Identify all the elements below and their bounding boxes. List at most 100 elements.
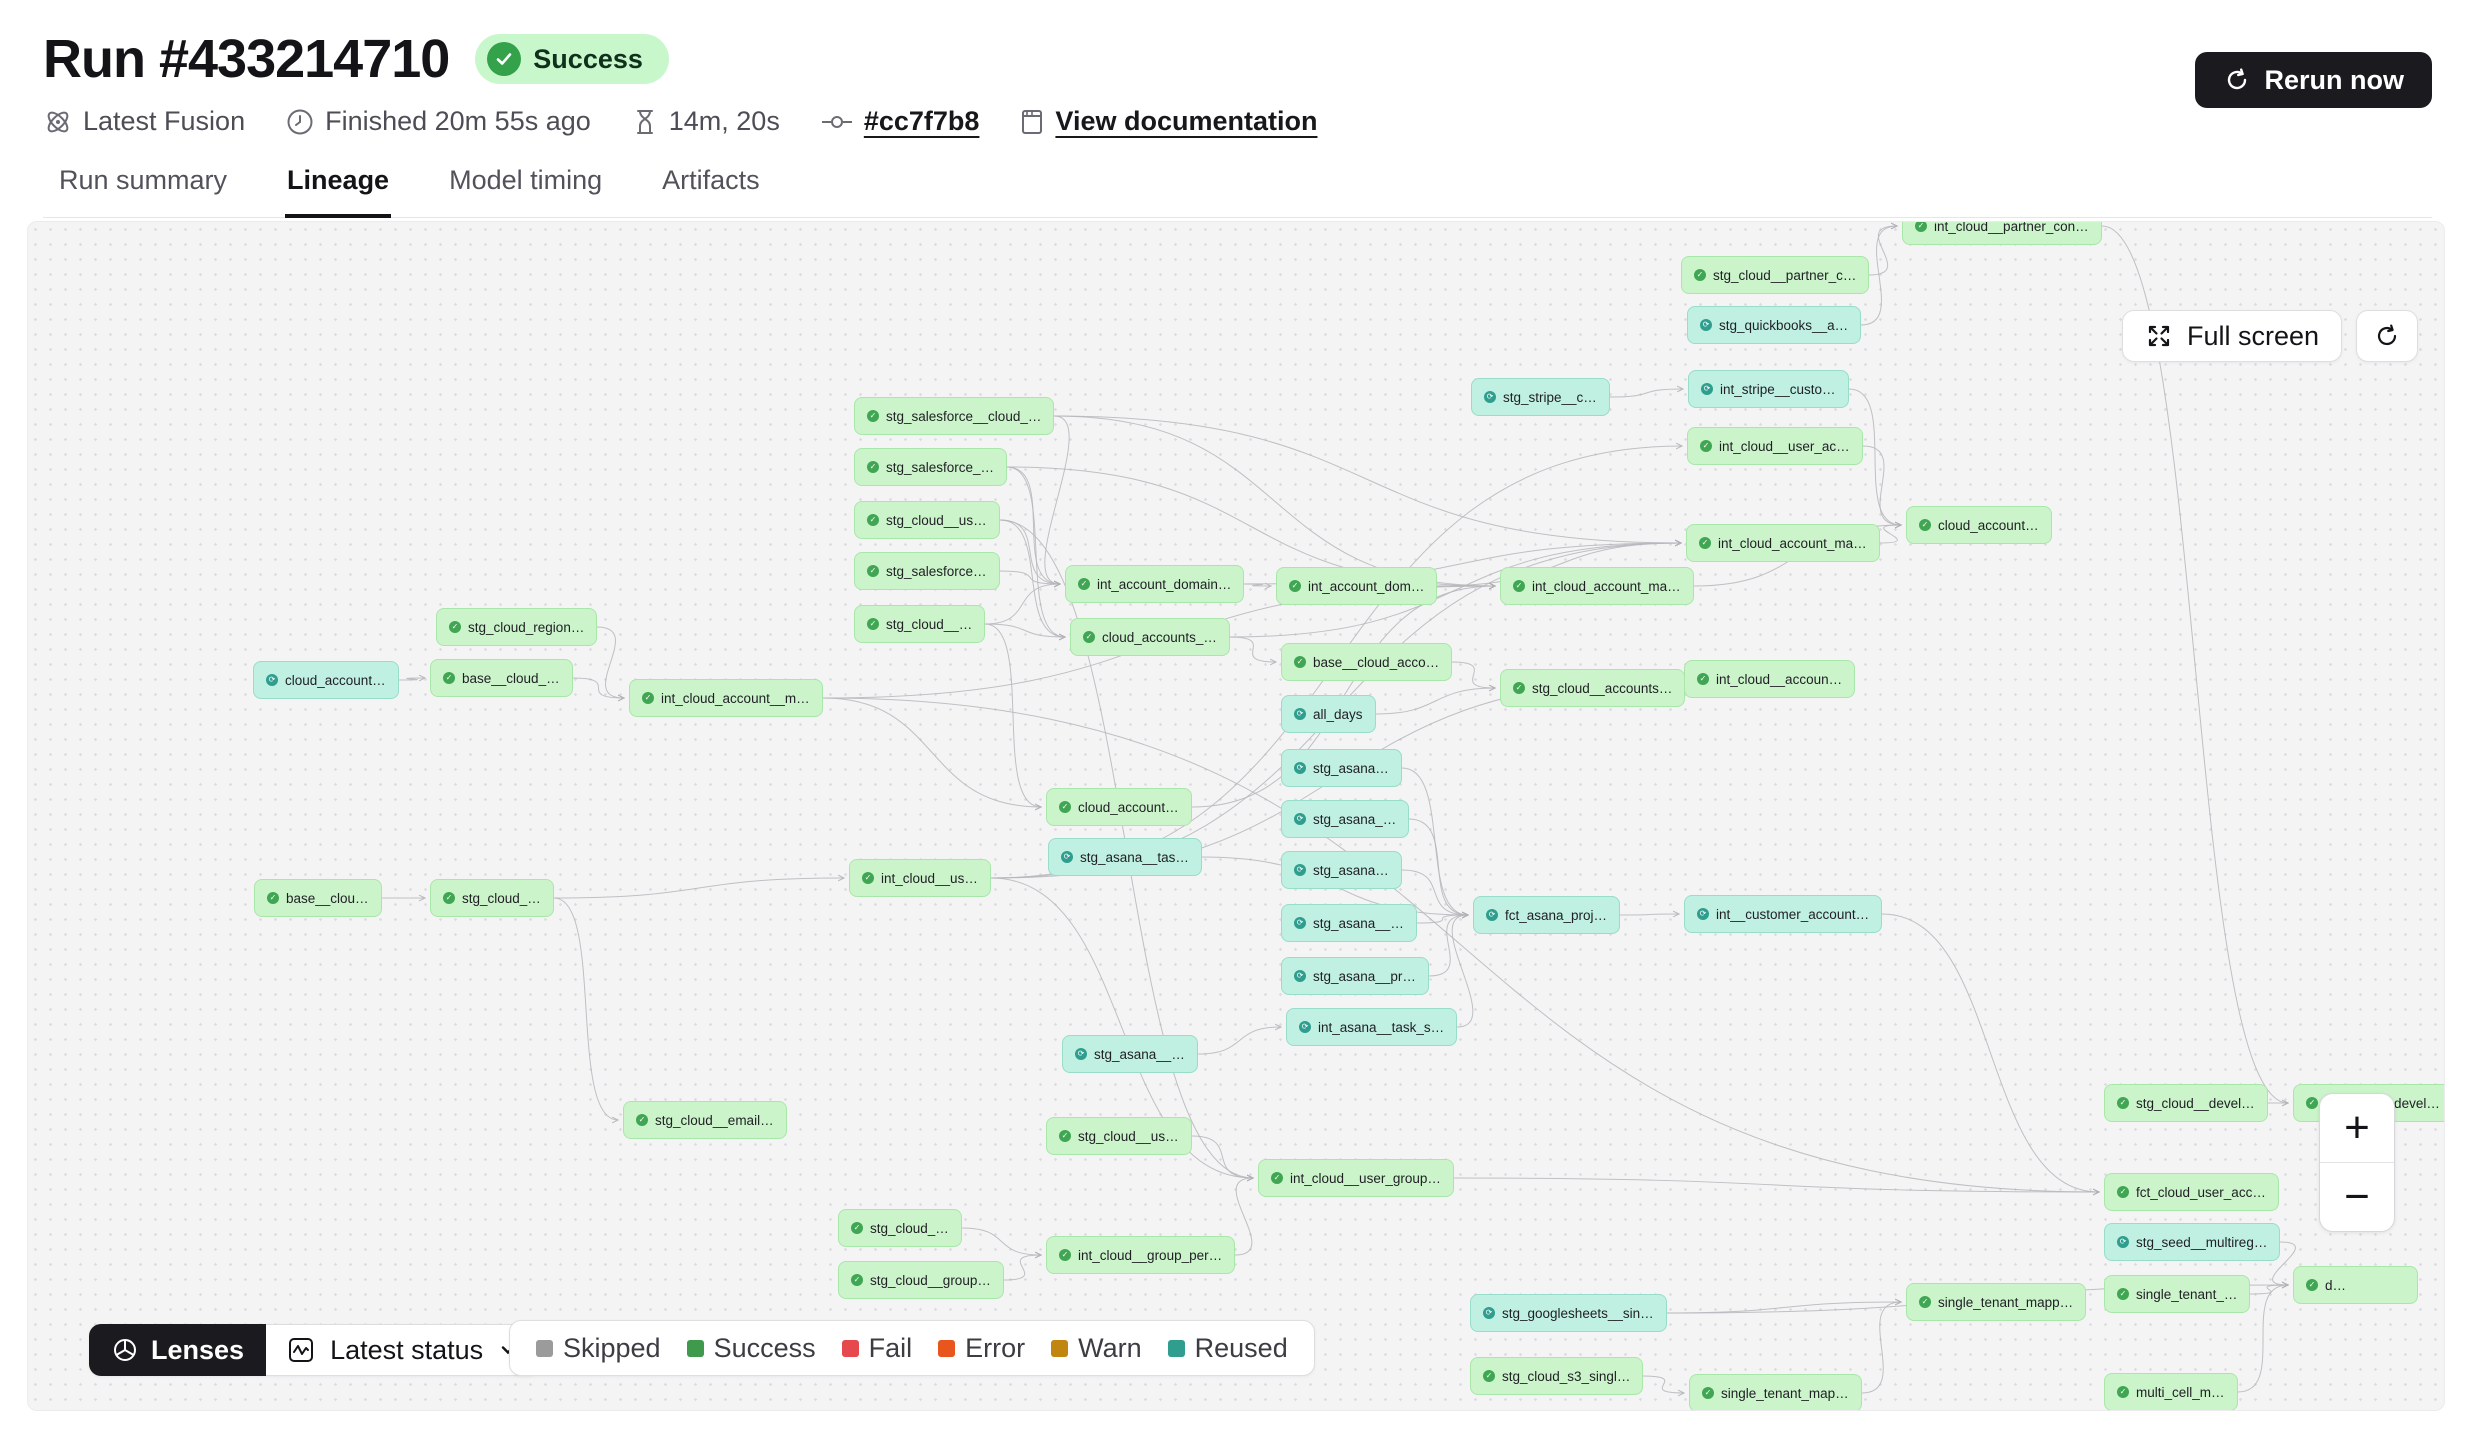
success-status-icon: ✓ — [862, 872, 874, 884]
lenses-bar: Lenses Latest status — [89, 1324, 540, 1376]
lineage-node[interactable]: ✓int_account_domain… — [1065, 565, 1244, 603]
lineage-node[interactable]: ⟳stg_asana__pr… — [1281, 957, 1429, 995]
lineage-node[interactable]: ✓cloud_accounts_… — [1070, 618, 1230, 656]
view-documentation-link[interactable]: View documentation — [1019, 106, 1317, 137]
success-status-icon: ✓ — [1699, 537, 1711, 549]
lineage-node[interactable]: ✓stg_cloud__us… — [854, 501, 1000, 539]
success-status-icon: ✓ — [1915, 221, 1927, 232]
tab-run-summary[interactable]: Run summary — [57, 159, 229, 218]
lineage-node[interactable]: ⟳stg_seed__multireg… — [2104, 1223, 2280, 1261]
fullscreen-button[interactable]: Full screen — [2122, 310, 2342, 362]
lineage-node[interactable]: ⟳stg_asana__… — [1062, 1035, 1198, 1073]
lineage-node[interactable]: ✓stg_cloud_s3_singl… — [1470, 1357, 1643, 1395]
success-status-icon: ✓ — [1919, 1296, 1931, 1308]
refresh-canvas-button[interactable] — [2356, 310, 2418, 362]
rerun-button[interactable]: Rerun now — [2195, 52, 2433, 108]
lineage-node[interactable]: ✓int_cloud__us… — [849, 859, 991, 897]
clock-icon — [285, 107, 315, 137]
lineage-node[interactable]: ✓base__cloud_… — [430, 659, 573, 697]
lineage-node[interactable]: ✓single_tenant_mapp… — [1906, 1283, 2086, 1321]
lineage-node[interactable]: ✓stg_cloud__accounts… — [1500, 669, 1685, 707]
lenses-icon — [111, 1336, 139, 1364]
legend-swatch-success — [687, 1340, 704, 1357]
node-label: d… — [2325, 1278, 2346, 1293]
success-status-icon: ✓ — [1294, 656, 1306, 668]
lineage-node[interactable]: ⟳stg_googlesheets__sin… — [1470, 1294, 1667, 1332]
node-label: int_cloud__user_group… — [1290, 1171, 1441, 1186]
node-label: int_cloud__partner_con… — [1934, 221, 2089, 234]
commit-link[interactable]: #cc7f7b8 — [820, 106, 980, 137]
lineage-node[interactable]: ✓int_cloud__user_ac… — [1687, 427, 1863, 465]
success-status-icon: ✓ — [1513, 682, 1525, 694]
tab-artifacts[interactable]: Artifacts — [660, 159, 762, 218]
lineage-node[interactable]: ✓int_cloud__group_per… — [1046, 1236, 1235, 1274]
lineage-node[interactable]: ✓base__clou… — [254, 879, 382, 917]
check-icon — [487, 42, 521, 76]
lineage-node[interactable]: ✓int_cloud_account__m… — [629, 679, 823, 717]
success-status-icon: ✓ — [2117, 1288, 2129, 1300]
reused-status-icon: ⟳ — [1299, 1021, 1311, 1033]
tab-lineage[interactable]: Lineage — [285, 159, 391, 218]
lineage-node[interactable]: ✓stg_cloud__… — [854, 605, 985, 643]
lineage-node[interactable]: ⟳stg_asana_… — [1281, 800, 1409, 838]
lineage-node[interactable]: ⟳stg_quickbooks__a… — [1687, 306, 1861, 344]
node-label: int_stripe__custo… — [1720, 382, 1836, 397]
lineage-node[interactable]: ✓single_tenant_… — [2104, 1275, 2250, 1313]
lineage-node[interactable]: ✓stg_cloud_region… — [436, 608, 597, 646]
legend-label: Success — [714, 1333, 816, 1364]
lineage-node[interactable]: ✓stg_salesforce__cloud_… — [854, 397, 1054, 435]
lineage-node[interactable]: ✓int_cloud__accoun… — [1684, 660, 1855, 698]
lineage-node[interactable]: ⟳int__customer_account… — [1684, 895, 1882, 933]
lineage-node[interactable]: ✓int_cloud_account_ma… — [1686, 524, 1880, 562]
lineage-node[interactable]: ✓fct_cloud_user_acc… — [2104, 1173, 2279, 1211]
lineage-node[interactable]: ✓stg_salesforce_… — [854, 448, 1007, 486]
lineage-node[interactable]: ⟳stg_asana… — [1281, 851, 1402, 889]
node-label: stg_asana… — [1313, 761, 1389, 776]
lens-status-select[interactable]: Latest status — [266, 1324, 540, 1376]
node-label: stg_asana__pr… — [1313, 969, 1416, 984]
lineage-canvas[interactable]: ✓stg_cloud__partner_c…✓int_cloud__partne… — [27, 221, 2445, 1411]
node-label: multi_cell_m… — [2136, 1385, 2225, 1400]
lineage-node[interactable]: ⟳stg_stripe__c… — [1471, 378, 1610, 416]
lineage-node[interactable]: ✓stg_cloud__email… — [623, 1101, 787, 1139]
lineage-node[interactable]: ✓stg_salesforce… — [854, 552, 1000, 590]
lineage-node[interactable]: ✓stg_cloud_… — [430, 879, 554, 917]
legend-label: Skipped — [563, 1333, 661, 1364]
lineage-node[interactable]: ✓cloud_account… — [1046, 788, 1192, 826]
lineage-node[interactable]: ⟳stg_asana__… — [1281, 904, 1417, 942]
lineage-node[interactable]: ⟳fct_asana_proj… — [1473, 896, 1620, 934]
zoom-out-button[interactable]: − — [2320, 1163, 2394, 1231]
node-label: stg_asana_… — [1313, 812, 1396, 827]
lineage-node[interactable]: ✓base__cloud_acco… — [1281, 643, 1452, 681]
node-label: int_cloud_account__m… — [661, 691, 810, 706]
lineage-node[interactable]: ⟳stg_asana… — [1281, 749, 1402, 787]
lenses-button[interactable]: Lenses — [89, 1324, 266, 1376]
lineage-node[interactable]: ✓stg_cloud__us… — [1046, 1117, 1192, 1155]
lineage-node[interactable]: ✓int_cloud_account_ma… — [1500, 567, 1694, 605]
lineage-node[interactable]: ✓stg_cloud__devel… — [2104, 1084, 2268, 1122]
lineage-node[interactable]: ⟳all_days — [1281, 695, 1376, 733]
lineage-node[interactable]: ✓stg_cloud__group… — [838, 1261, 1004, 1299]
legend-label: Fail — [869, 1333, 913, 1364]
node-label: stg_cloud__partner_c… — [1713, 268, 1856, 283]
success-status-icon: ✓ — [1059, 1130, 1071, 1142]
lineage-node[interactable]: ⟳int_asana__task_s… — [1286, 1008, 1457, 1046]
lineage-node[interactable]: ⟳int_stripe__custo… — [1688, 370, 1849, 408]
lineage-node[interactable]: ✓int_cloud__user_group… — [1258, 1159, 1454, 1197]
success-status-icon: ✓ — [1702, 1387, 1714, 1399]
lineage-node[interactable]: ⟳stg_asana__tas… — [1048, 838, 1202, 876]
lineage-node[interactable]: ✓d… — [2293, 1266, 2418, 1304]
lineage-node[interactable]: ⟳cloud_account… — [253, 661, 399, 699]
tab-model-timing[interactable]: Model timing — [447, 159, 604, 218]
lineage-node[interactable]: ✓single_tenant_map… — [1689, 1374, 1862, 1411]
lineage-node[interactable]: ✓stg_cloud_… — [838, 1209, 962, 1247]
lineage-node[interactable]: ✓cloud_account… — [1906, 506, 2052, 544]
success-status-icon: ✓ — [851, 1274, 863, 1286]
zoom-in-button[interactable]: + — [2320, 1094, 2394, 1162]
lineage-node[interactable]: ✓multi_cell_m… — [2104, 1373, 2238, 1411]
success-status-icon: ✓ — [443, 672, 455, 684]
lineage-node[interactable]: ✓ int_cloud__partner_con… — [1902, 221, 2102, 245]
node-label: int_cloud__accoun… — [1716, 672, 1842, 687]
lineage-node[interactable]: ✓int_account_dom… — [1276, 567, 1437, 605]
lineage-node[interactable]: ✓stg_cloud__partner_c… — [1681, 256, 1869, 294]
